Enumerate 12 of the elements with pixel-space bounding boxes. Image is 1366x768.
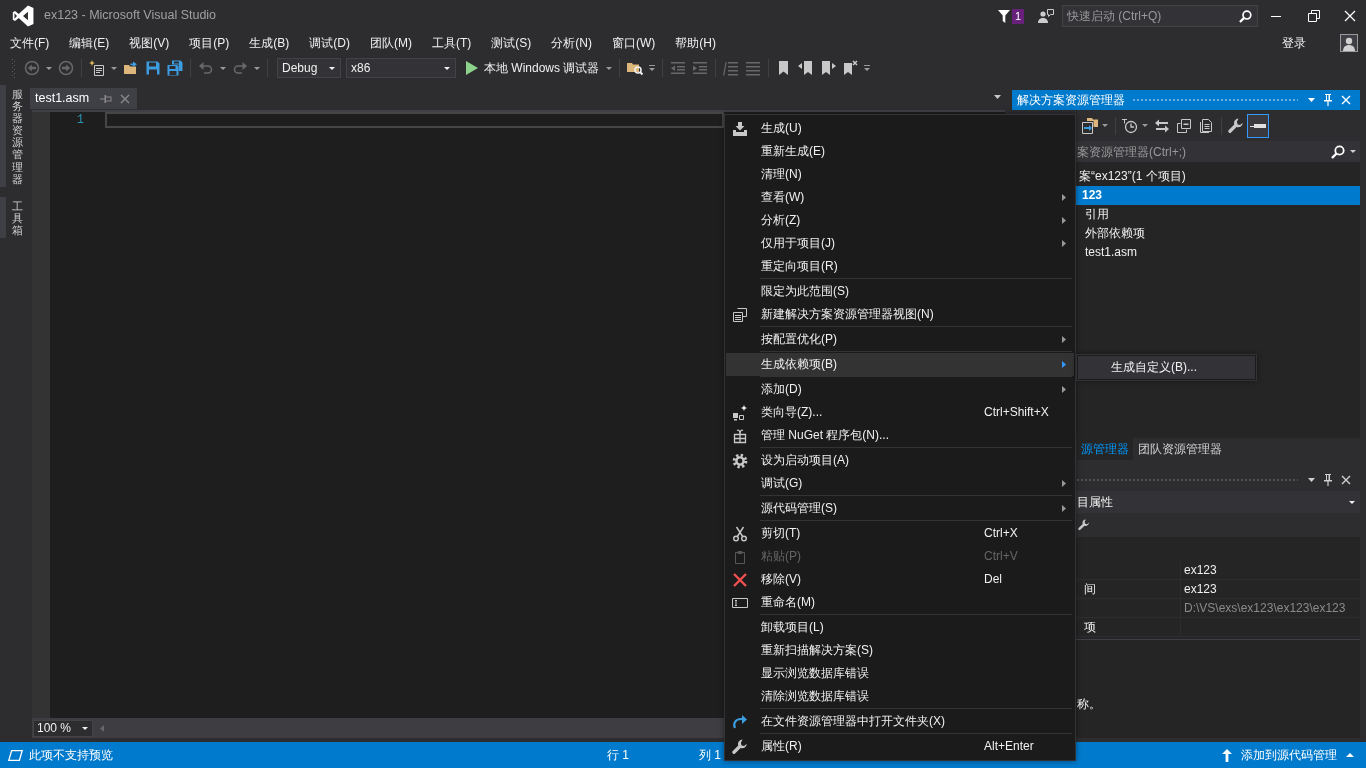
shortcut-text: Ctrl+V (984, 549, 1018, 564)
column-indicator: 列 1 (699, 747, 721, 763)
window-title: ex123 - Microsoft Visual Studio (44, 8, 217, 24)
status-message: 此项不支持预览 (29, 747, 113, 762)
shortcut-text: Alt+Enter (984, 739, 1034, 754)
shortcut-text: Ctrl+Shift+X (984, 405, 1049, 420)
panel-title: 解决方案资源管理器 (1016, 92, 1125, 108)
line-number: 1 (75, 112, 84, 128)
description-text: 称。 (1077, 697, 1101, 711)
shortcut-text: Ctrl+X (984, 526, 1018, 541)
shortcut-text: Del (984, 572, 1002, 587)
line-indicator: 行 1 (607, 747, 629, 762)
